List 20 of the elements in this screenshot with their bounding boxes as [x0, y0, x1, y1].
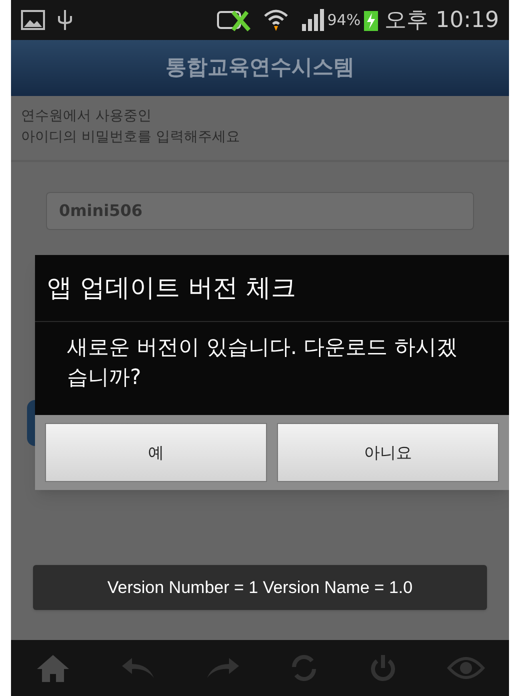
dialog-button[interactable]: 예 — [45, 423, 267, 482]
instruction-text: 연수원에서 사용중인 — [21, 107, 152, 126]
back-arrow-icon[interactable] — [120, 656, 156, 680]
usb-icon — [57, 8, 73, 32]
eye-icon[interactable] — [446, 655, 485, 681]
picture-icon — [21, 10, 45, 30]
dialog-title: 앱 업데이트 버전 체크 — [47, 272, 296, 304]
forward-arrow-icon[interactable] — [204, 656, 241, 680]
instruction-text: 아이디의 비밀번호를 입력해주세요 — [21, 128, 241, 147]
app-title: 통합교육연수시스템 — [166, 54, 354, 82]
home-icon[interactable] — [35, 653, 72, 683]
dialog-button[interactable]: 아니요 — [277, 423, 499, 482]
clock: 오후 10:19 — [384, 6, 499, 34]
battery-percent: 94% — [327, 10, 361, 31]
signal-icon — [301, 9, 326, 31]
dialog-message: 새로운 버전이 있습니다. 다운로드 하시겠습니까? — [67, 334, 458, 391]
network-icon — [217, 8, 252, 32]
battery-charging-icon — [362, 8, 379, 32]
wifi-icon — [263, 8, 290, 32]
toast: Version Number = 1 Version Name = 1.0 — [33, 565, 487, 610]
